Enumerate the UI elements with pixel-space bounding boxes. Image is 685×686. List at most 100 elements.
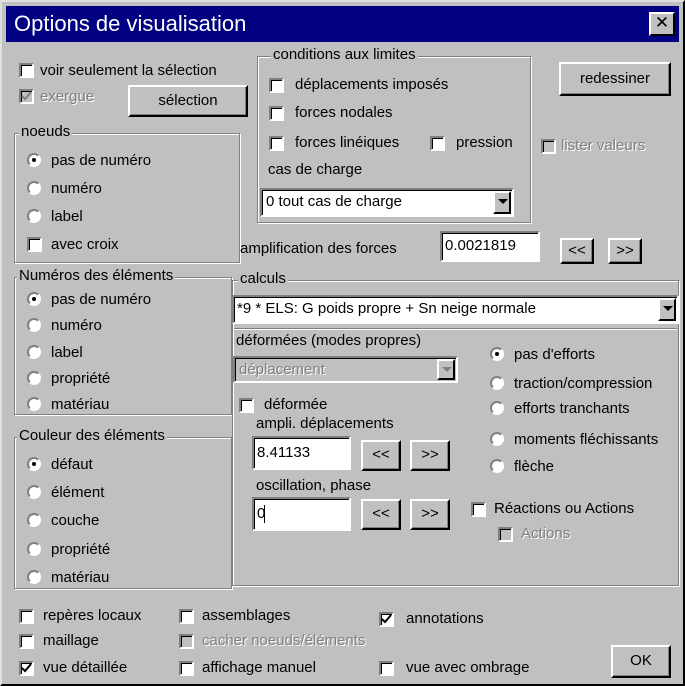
efforts-radio-pas-d-efforts[interactable]	[490, 347, 504, 361]
noeuds-radio-pas-de-numero[interactable]	[27, 153, 41, 167]
efforts-radio-fleche[interactable]	[490, 459, 504, 473]
actions-label: Actions	[521, 525, 571, 542]
cas-de-charge-value: 0 tout cas de charge	[266, 193, 402, 210]
efforts-option-label: efforts tranchants	[514, 400, 630, 417]
vue-ombrage-checkbox[interactable]	[379, 661, 394, 676]
efforts-radio-moments-flechissants[interactable]	[490, 432, 504, 446]
amplification-decrease-button[interactable]: <<	[560, 238, 594, 264]
cacher-noeuds-label: cacher noeuds/éléments	[202, 632, 366, 649]
deformees-value: déplacement	[239, 361, 325, 378]
amplification-forces-input[interactable]: 0.0021819	[440, 231, 540, 262]
efforts-radio-traction-compression[interactable]	[490, 376, 504, 390]
deformee-label: déformée	[264, 396, 328, 413]
lister-valeurs-checkbox	[541, 139, 556, 154]
annotations-label: annotations	[406, 610, 484, 627]
vue-detaillee-label: vue détaillée	[43, 659, 128, 676]
annotations-checkbox[interactable]	[379, 612, 394, 627]
close-icon: ✕	[654, 13, 670, 33]
calcul-case-value: *9 * ELS: G poids propre + Sn neige norm…	[237, 300, 536, 317]
ampli-decrease-button[interactable]: <<	[361, 440, 401, 471]
noeuds-radio-numero[interactable]	[27, 181, 41, 195]
ok-button[interactable]: OK	[611, 645, 671, 678]
oscillation-decrease-button[interactable]: <<	[361, 499, 401, 530]
couleur-option-label: défaut	[51, 456, 93, 473]
couleur-radio-propriete[interactable]	[27, 542, 41, 556]
efforts-option-label: moments fléchissants	[514, 431, 659, 448]
calculs-separator	[234, 328, 677, 330]
ampli-deplacements-input[interactable]: 8.41133	[252, 436, 351, 470]
couleur-radio-couche[interactable]	[27, 513, 41, 527]
deformees-dropdown-button	[437, 359, 455, 380]
couleur-option-label: matériau	[51, 569, 110, 586]
calculs-legend: calculs	[238, 270, 288, 288]
numeros-radio-pas-de-numero[interactable]	[27, 292, 41, 306]
numeros-radio-label[interactable]	[27, 345, 41, 359]
vue-detaillee-checkbox[interactable]	[19, 661, 34, 676]
cas-de-charge-select[interactable]: 0 tout cas de charge	[260, 188, 514, 217]
oscillation-increase-button[interactable]: >>	[410, 499, 450, 530]
avec-croix-label: avec croix	[51, 236, 119, 253]
options-dialog: Options de visualisation ✕ voir seulemen…	[0, 0, 685, 686]
ampli-deplacements-label: ampli. déplacements	[256, 415, 394, 432]
avec-croix-checkbox[interactable]	[27, 237, 42, 252]
voir-selection-label: voir seulement la sélection	[40, 62, 217, 79]
efforts-radio-efforts-tranchants[interactable]	[490, 401, 504, 415]
couleur-legend: Couleur des éléments	[17, 427, 167, 445]
assemblages-checkbox[interactable]	[179, 609, 194, 624]
affichage-manuel-label: affichage manuel	[202, 659, 316, 676]
redessiner-button[interactable]: redessiner	[559, 62, 671, 96]
numeros-radio-propriete[interactable]	[27, 371, 41, 385]
chevron-down-icon	[663, 306, 673, 311]
forces-nodales-label: forces nodales	[295, 104, 393, 121]
affichage-manuel-checkbox[interactable]	[179, 661, 194, 676]
numeros-radio-materiau[interactable]	[27, 397, 41, 411]
noeuds-option-label: pas de numéro	[51, 152, 152, 169]
calcul-case-select[interactable]: *9 * ELS: G poids propre + Sn neige norm…	[232, 295, 679, 324]
voir-selection-checkbox[interactable]	[19, 63, 34, 78]
couleur-option-label: élément	[51, 484, 105, 501]
calcul-case-dropdown-button[interactable]	[658, 298, 676, 321]
numeros-option-label: pas de numéro	[51, 291, 152, 308]
numeros-option-label: propriété	[51, 370, 111, 387]
vue-ombrage-label: vue avec ombrage	[406, 659, 530, 676]
deformees-label: déformées (modes propres)	[236, 332, 422, 349]
numeros-radio-numero[interactable]	[27, 318, 41, 332]
deplacements-imposes-checkbox[interactable]	[269, 78, 284, 93]
pression-checkbox[interactable]	[430, 136, 445, 151]
assemblages-label: assemblages	[202, 607, 291, 624]
oscillation-phase-label: oscillation, phase	[256, 477, 372, 494]
ampli-increase-button[interactable]: >>	[410, 440, 450, 471]
couleur-radio-defaut[interactable]	[27, 457, 41, 471]
reactions-actions-label: Réactions ou Actions	[494, 500, 635, 517]
reperes-locaux-checkbox[interactable]	[19, 609, 34, 624]
maillage-checkbox[interactable]	[19, 634, 34, 649]
forces-nodales-checkbox[interactable]	[269, 106, 284, 121]
selection-button[interactable]: sélection	[128, 85, 248, 117]
text-caret	[264, 505, 265, 523]
deformees-select: déplacement	[233, 356, 458, 383]
couleur-option-label: couche	[51, 512, 100, 529]
couleur-radio-element[interactable]	[27, 485, 41, 499]
chevron-down-icon	[442, 367, 452, 372]
cacher-noeuds-checkbox	[179, 634, 194, 649]
numeros-option-label: matériau	[51, 396, 110, 413]
couleur-radio-materiau[interactable]	[27, 570, 41, 584]
efforts-option-label: flèche	[514, 458, 555, 475]
numeros-option-label: label	[51, 344, 83, 361]
window-title: Options de visualisation	[14, 11, 247, 36]
deplacements-imposes-label: déplacements imposés	[295, 76, 449, 93]
oscillation-phase-input[interactable]: 0	[252, 497, 351, 531]
amplification-forces-label: amplification des forces	[240, 240, 397, 257]
title-bar: Options de visualisation ✕	[6, 6, 679, 42]
reactions-actions-checkbox[interactable]	[471, 502, 486, 517]
couleur-group	[14, 437, 232, 589]
close-button[interactable]: ✕	[649, 12, 675, 36]
forces-lineiques-checkbox[interactable]	[269, 136, 284, 151]
amplification-increase-button[interactable]: >>	[608, 238, 642, 264]
chevron-down-icon	[498, 199, 508, 204]
cas-de-charge-dropdown-button[interactable]	[493, 191, 511, 214]
noeuds-radio-label[interactable]	[27, 209, 41, 223]
numeros-legend: Numéros des éléments	[17, 267, 176, 285]
deformee-checkbox[interactable]	[239, 398, 254, 413]
noeuds-legend: noeuds	[19, 123, 73, 141]
